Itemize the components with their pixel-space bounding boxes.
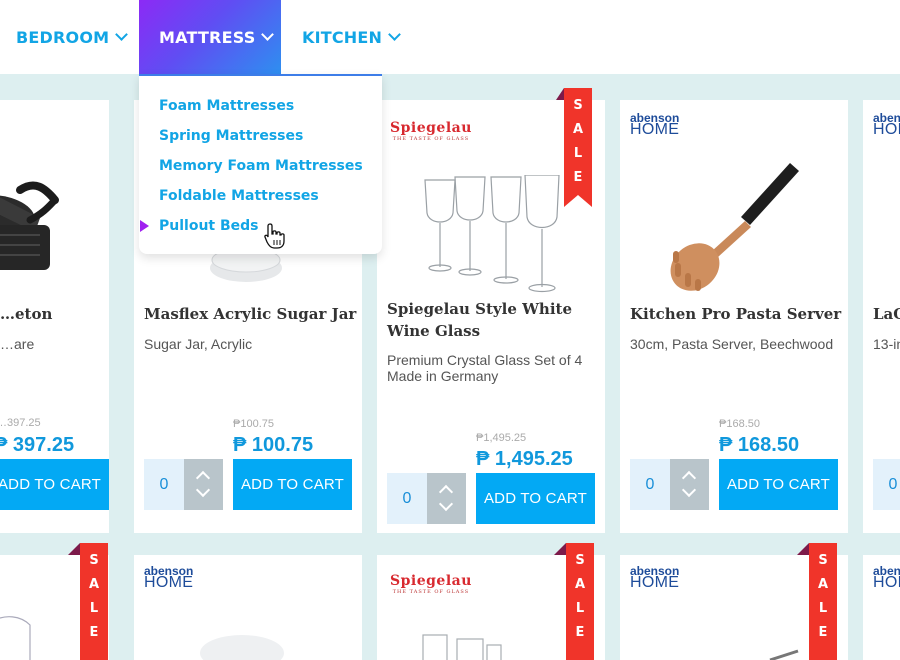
quantity-input[interactable]: 0 bbox=[873, 459, 900, 510]
abenson-home-logo: abenson HOME bbox=[630, 111, 680, 138]
sale-text: SALE bbox=[564, 98, 592, 185]
sale-letter: S bbox=[573, 98, 583, 113]
pasta-server-image bbox=[670, 163, 799, 291]
sale-letter: E bbox=[575, 625, 585, 640]
sale-letter: A bbox=[574, 577, 586, 592]
abenson-home-logo: abenson HOME bbox=[873, 564, 900, 591]
menu-item-foam-mattresses[interactable]: Foam Mattresses bbox=[159, 98, 294, 114]
chevron-down-icon bbox=[115, 28, 129, 41]
sale-letter: E bbox=[818, 625, 828, 640]
old-price: ₱168.50 bbox=[719, 418, 760, 430]
product-desc: 13-in… bbox=[873, 336, 900, 352]
product-name: Masflex Acrylic Sugar Jar bbox=[144, 305, 357, 323]
product-desc: …are bbox=[0, 336, 35, 352]
ribbon-fold bbox=[68, 543, 80, 555]
grill-pan-image bbox=[0, 181, 59, 270]
menu-item-spring-mattresses[interactable]: Spring Mattresses bbox=[159, 128, 303, 144]
spiegelau-logo: Spiegelau THE TASTE OF GLASS bbox=[390, 120, 472, 142]
sale-letter: A bbox=[572, 122, 584, 137]
old-price: ₱1,495.25 bbox=[476, 432, 527, 444]
sale-text: SALE bbox=[809, 553, 837, 640]
sale-text: SALE bbox=[80, 553, 108, 640]
nav-label: BEDROOM bbox=[16, 27, 110, 47]
product-card-0: …eton …are …397.25 ₱ 397.25 ADD TO CART bbox=[0, 100, 109, 533]
sale-letter: L bbox=[818, 601, 828, 616]
sale-letter: S bbox=[89, 553, 99, 568]
ribbon-fold bbox=[554, 543, 566, 555]
quantity-input[interactable]: 0 bbox=[630, 459, 670, 510]
mattress-dropdown: Foam Mattresses Spring Mattresses Memory… bbox=[139, 74, 382, 254]
product-name: LaO… bbox=[873, 305, 900, 323]
hand-pointer-cursor-icon bbox=[264, 223, 285, 249]
ribbon-fold bbox=[556, 88, 564, 100]
sale-letter: S bbox=[818, 553, 828, 568]
add-to-cart-button[interactable]: ADD TO CART bbox=[719, 459, 838, 510]
sale-badge: SALE bbox=[564, 88, 592, 208]
nav-item-bedroom[interactable]: BEDROOM bbox=[16, 0, 129, 74]
sale-text: SALE bbox=[566, 553, 594, 640]
wine-glasses-image bbox=[424, 175, 560, 293]
top-nav: BEDROOM MATTRESS KITCHEN bbox=[0, 0, 900, 74]
product-desc: 30cm, Pasta Server, Beechwood bbox=[630, 336, 834, 352]
chevron-down-icon[interactable] bbox=[681, 482, 697, 498]
sale-badge: SALE bbox=[566, 543, 594, 660]
active-indicator-icon bbox=[140, 220, 149, 232]
chevron-down-icon bbox=[388, 28, 401, 41]
chevron-down-icon[interactable] bbox=[195, 482, 211, 498]
product-desc: Premium Crystal Glass Set of 4 Made in G… bbox=[387, 352, 583, 384]
ribbon-fold bbox=[797, 543, 809, 555]
old-price: ₱100.75 bbox=[233, 418, 274, 430]
nav-label: MATTRESS bbox=[159, 27, 256, 47]
add-to-cart-button[interactable]: ADD TO CART bbox=[233, 459, 352, 510]
quantity-stepper[interactable] bbox=[427, 473, 466, 524]
price: ₱ 168.50 bbox=[719, 434, 800, 456]
chevron-down-icon bbox=[261, 28, 275, 41]
abenson-home-logo: abenson HOME bbox=[873, 111, 900, 138]
bowl-image bbox=[200, 635, 284, 660]
quantity-input[interactable]: 0 bbox=[387, 473, 427, 524]
quantity-input[interactable]: 0 bbox=[144, 459, 184, 510]
sale-letter: E bbox=[573, 170, 583, 185]
sale-letter: A bbox=[817, 577, 829, 592]
nav-label: KITCHEN bbox=[302, 27, 383, 47]
menu-item-pullout-beds[interactable]: Pullout Beds bbox=[159, 218, 259, 234]
sale-letter: E bbox=[89, 625, 99, 640]
old-price: …397.25 bbox=[0, 417, 41, 429]
price: ₱ 397.25 bbox=[0, 434, 75, 456]
price: ₱ 100.75 bbox=[233, 434, 314, 456]
sale-letter: S bbox=[575, 553, 585, 568]
nav-item-kitchen[interactable]: KITCHEN bbox=[302, 0, 401, 74]
product-name: Spiegelau Style White Wine Glass bbox=[387, 300, 573, 340]
menu-item-foldable-mattresses[interactable]: Foldable Mattresses bbox=[159, 188, 319, 204]
product-name: Kitchen Pro Pasta Server bbox=[630, 305, 842, 323]
menu-item-memory-foam-mattresses[interactable]: Memory Foam Mattresses bbox=[159, 158, 363, 174]
add-to-cart-button[interactable]: ADD TO CART bbox=[476, 473, 595, 524]
sale-letter: L bbox=[575, 601, 585, 616]
price: ₱ 1,495.25 bbox=[476, 448, 573, 470]
product-name: …eton bbox=[0, 305, 53, 323]
sale-badge: SALE bbox=[809, 543, 837, 660]
chevron-down-icon[interactable] bbox=[438, 496, 454, 512]
nav-item-mattress[interactable]: MATTRESS bbox=[139, 0, 281, 74]
sale-letter: L bbox=[573, 146, 583, 161]
product-desc: Sugar Jar, Acrylic bbox=[144, 336, 253, 352]
sale-letter: A bbox=[88, 577, 100, 592]
quantity-stepper[interactable] bbox=[184, 459, 223, 510]
sale-badge: SALE bbox=[80, 543, 108, 660]
product-card-4: abenson HOME LaO… 13-in… 0 bbox=[863, 100, 900, 533]
add-to-cart-button[interactable]: ADD TO CART bbox=[0, 459, 109, 510]
product-card-3: abenson HOME Kitchen Pro Pasta Server 30… bbox=[620, 100, 848, 533]
product-card-9: abenson HOME bbox=[863, 555, 900, 660]
sale-letter: L bbox=[89, 601, 99, 616]
quantity-stepper[interactable] bbox=[670, 459, 709, 510]
product-card-6: abenson HOME bbox=[134, 555, 362, 660]
